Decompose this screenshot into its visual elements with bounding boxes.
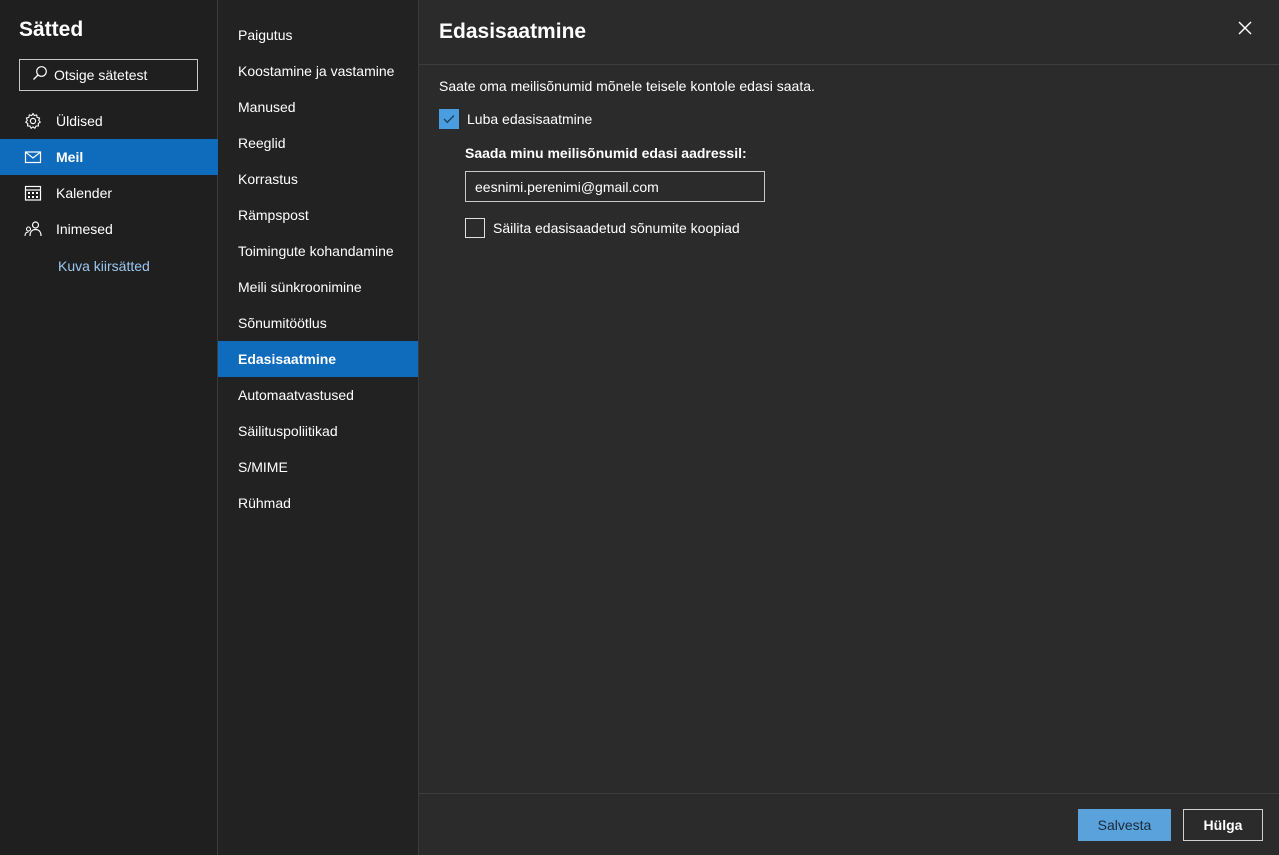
keep-copy-option[interactable]: Säilita edasisaadetud sõnumite koopiad (465, 218, 740, 238)
save-button[interactable]: Salvesta (1078, 809, 1171, 841)
nav-item-general[interactable]: Üldised (0, 103, 218, 139)
nav-item-mail[interactable]: Meil (0, 139, 218, 175)
category-forwarding[interactable]: Edasisaatmine (218, 341, 418, 377)
category-sweep[interactable]: Korrastus (218, 161, 418, 197)
settings-title: Sätted (19, 18, 84, 41)
category-sync-email[interactable]: Meili sünkroonimine (218, 269, 418, 305)
keep-copy-checkbox[interactable] (465, 218, 485, 238)
quick-settings-link[interactable]: Kuva kiirsätted (58, 258, 150, 274)
enable-forwarding-checkbox[interactable] (439, 109, 459, 129)
settings-search[interactable]: Otsige sätetest (19, 59, 198, 91)
forwarding-pane: Edasisaatmine Saate oma meilisõnumid mõn… (419, 0, 1279, 855)
category-message-handling[interactable]: Sõnumitöötlus (218, 305, 418, 341)
forward-to-label: Saada minu meilisõnumid edasi aadressil: (465, 145, 747, 161)
discard-button[interactable]: Hülga (1183, 809, 1263, 841)
nav-item-label: Kalender (56, 185, 113, 201)
close-icon (1238, 21, 1252, 40)
settings-nav: Üldised Meil Kalender Inimesed (0, 103, 218, 247)
settings-window: Sätted Otsige sätetest Üldised Meil Kale… (0, 0, 1279, 855)
pane-title: Edasisaatmine (439, 20, 587, 43)
mail-icon (24, 148, 42, 166)
calendar-icon (24, 184, 42, 202)
header-divider (419, 64, 1279, 65)
forwarding-description: Saate oma meilisõnumid mõnele teisele ko… (439, 78, 815, 94)
category-customize-actions[interactable]: Toimingute kohandamine (218, 233, 418, 269)
category-groups[interactable]: Rühmad (218, 485, 418, 521)
nav-item-people[interactable]: Inimesed (0, 211, 218, 247)
category-compose-reply[interactable]: Koostamine ja vastamine (218, 53, 418, 89)
search-icon (32, 65, 48, 86)
forward-to-email-input[interactable] (465, 171, 765, 202)
enable-forwarding-label: Luba edasisaatmine (467, 111, 593, 127)
search-placeholder: Otsige sätetest (54, 67, 148, 83)
keep-copy-label: Säilita edasisaadetud sõnumite koopiad (493, 220, 740, 236)
category-rules[interactable]: Reeglid (218, 125, 418, 161)
category-smime[interactable]: S/MIME (218, 449, 418, 485)
people-icon (24, 220, 42, 238)
nav-item-label: Üldised (56, 113, 103, 129)
nav-item-label: Inimesed (56, 221, 113, 237)
category-layout[interactable]: Paigutus (218, 17, 418, 53)
category-attachments[interactable]: Manused (218, 89, 418, 125)
close-button[interactable] (1235, 20, 1255, 40)
category-automatic-replies[interactable]: Automaatvastused (218, 377, 418, 413)
checkmark-icon (443, 111, 455, 127)
category-list: Paigutus Koostamine ja vastamine Manused… (218, 17, 418, 521)
category-retention-policies[interactable]: Säilituspoliitikad (218, 413, 418, 449)
mail-categories: Paigutus Koostamine ja vastamine Manused… (218, 0, 419, 855)
nav-item-calendar[interactable]: Kalender (0, 175, 218, 211)
nav-item-label: Meil (56, 149, 84, 165)
category-junk[interactable]: Rämpspost (218, 197, 418, 233)
settings-sidebar: Sätted Otsige sätetest Üldised Meil Kale… (0, 0, 218, 855)
enable-forwarding-option[interactable]: Luba edasisaatmine (439, 109, 592, 129)
gear-icon (24, 112, 42, 130)
footer-divider (419, 793, 1279, 794)
